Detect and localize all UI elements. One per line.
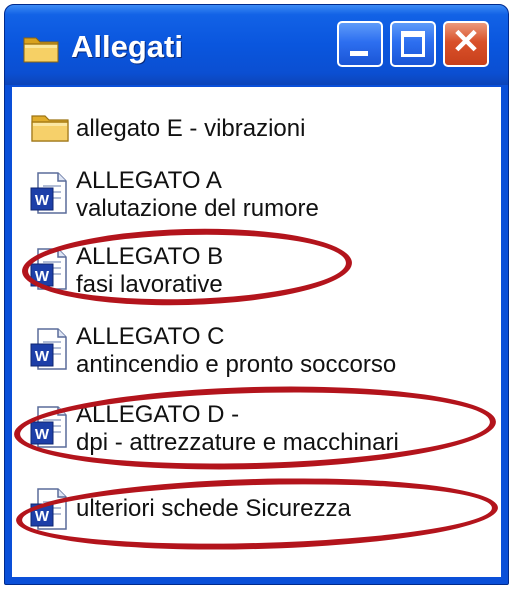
- close-button[interactable]: ✕: [443, 21, 489, 67]
- window-title: Allegati: [71, 29, 183, 64]
- minimize-button[interactable]: [337, 21, 383, 67]
- list-item-document[interactable]: W ALLEGATO C antincendio e pronto soccor…: [24, 323, 494, 381]
- explorer-window: Allegati ✕ allegato E - vibrazioni W ALL…: [4, 4, 509, 585]
- list-item-folder[interactable]: allegato E - vibrazioni: [24, 111, 494, 147]
- item-title: ALLEGATO A: [76, 167, 222, 194]
- close-icon: ✕: [451, 23, 481, 61]
- maximize-icon: [401, 31, 425, 57]
- item-label: allegato E - vibrazioni: [76, 115, 306, 142]
- folder-icon: [31, 115, 69, 142]
- list-item-document[interactable]: W ALLEGATO A valutazione del rumore: [24, 167, 494, 225]
- file-list: allegato E - vibrazioni W ALLEGATO A val…: [12, 87, 501, 577]
- word-document-icon: W: [30, 172, 67, 214]
- highlight-ring: [15, 472, 499, 556]
- minimize-icon: [350, 51, 368, 56]
- svg-text:W: W: [35, 348, 50, 365]
- item-subtitle: valutazione del rumore: [76, 195, 319, 222]
- folder-icon: [23, 37, 59, 63]
- svg-text:W: W: [35, 192, 50, 209]
- item-title: ALLEGATO C: [76, 323, 225, 350]
- title-bar[interactable]: Allegati ✕: [5, 5, 508, 85]
- maximize-button[interactable]: [390, 21, 436, 67]
- item-subtitle: antincendio e pronto soccorso: [76, 351, 397, 378]
- word-document-icon: W: [30, 328, 67, 370]
- highlight-ring: [13, 380, 497, 476]
